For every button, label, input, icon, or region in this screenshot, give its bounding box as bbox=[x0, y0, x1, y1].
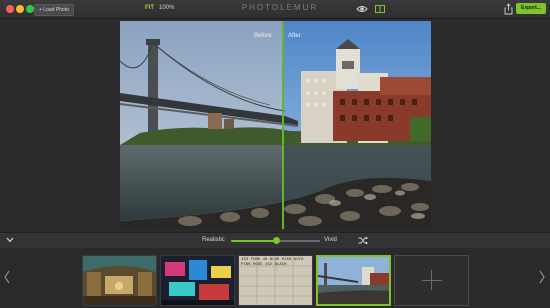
after-label: After bbox=[288, 33, 301, 39]
plus-icon-vertical bbox=[431, 270, 432, 290]
app-title: PHOTOLEMUR bbox=[241, 3, 319, 12]
photo-stage: Before After bbox=[0, 19, 550, 232]
filmstrip-thumb[interactable] bbox=[160, 255, 235, 306]
board-text: 153 FUNK 49 BLUE RIEN AVIS PINK ROSE 152… bbox=[241, 258, 304, 267]
zoom-level[interactable]: 100% bbox=[159, 5, 174, 11]
eye-icon[interactable] bbox=[356, 4, 368, 14]
realistic-label: Realistic bbox=[202, 237, 225, 243]
close-window-button[interactable] bbox=[6, 5, 14, 13]
chevron-right-icon[interactable] bbox=[538, 270, 546, 284]
shuffle-icon[interactable] bbox=[358, 236, 368, 245]
chevron-left-icon[interactable] bbox=[3, 270, 11, 284]
zoom-window-button[interactable] bbox=[26, 5, 34, 13]
thumb-grand-central bbox=[83, 256, 156, 305]
slider-knob[interactable] bbox=[272, 237, 280, 244]
thumb-neon-signs bbox=[161, 256, 234, 305]
fit-button[interactable]: FIT bbox=[145, 5, 154, 11]
thumb-bridge bbox=[318, 257, 389, 304]
filmstrip: 153 FUNK 49 BLUE RIEN AVIS PINK ROSE 152… bbox=[0, 248, 550, 308]
share-icon[interactable] bbox=[504, 3, 513, 15]
plus-icon bbox=[422, 280, 442, 281]
adjust-bar: Realistic Vivid bbox=[0, 232, 550, 249]
add-photo-tile[interactable] bbox=[394, 255, 469, 306]
before-after-divider[interactable] bbox=[282, 21, 284, 229]
load-photo-button[interactable]: + Load Photo bbox=[34, 4, 74, 16]
before-label: Before bbox=[254, 33, 272, 39]
intensity-slider[interactable] bbox=[231, 237, 320, 244]
export-button[interactable]: Export... bbox=[516, 3, 546, 14]
minimize-window-button[interactable] bbox=[16, 5, 24, 13]
title-bar: + Load Photo FIT 100% PHOTOLEMUR Export.… bbox=[0, 0, 550, 19]
filmstrip-thumb[interactable]: 153 FUNK 49 BLUE RIEN AVIS PINK ROSE 152… bbox=[238, 255, 313, 306]
main-photo[interactable]: Before After bbox=[120, 21, 431, 229]
photo-image bbox=[120, 21, 431, 229]
slider-fill bbox=[231, 240, 276, 242]
vivid-label: Vivid bbox=[324, 237, 337, 243]
chevron-down-icon[interactable] bbox=[5, 236, 15, 244]
compare-icon[interactable] bbox=[375, 4, 385, 14]
filmstrip-thumb[interactable] bbox=[82, 255, 157, 306]
filmstrip-thumb-selected[interactable] bbox=[316, 255, 391, 306]
